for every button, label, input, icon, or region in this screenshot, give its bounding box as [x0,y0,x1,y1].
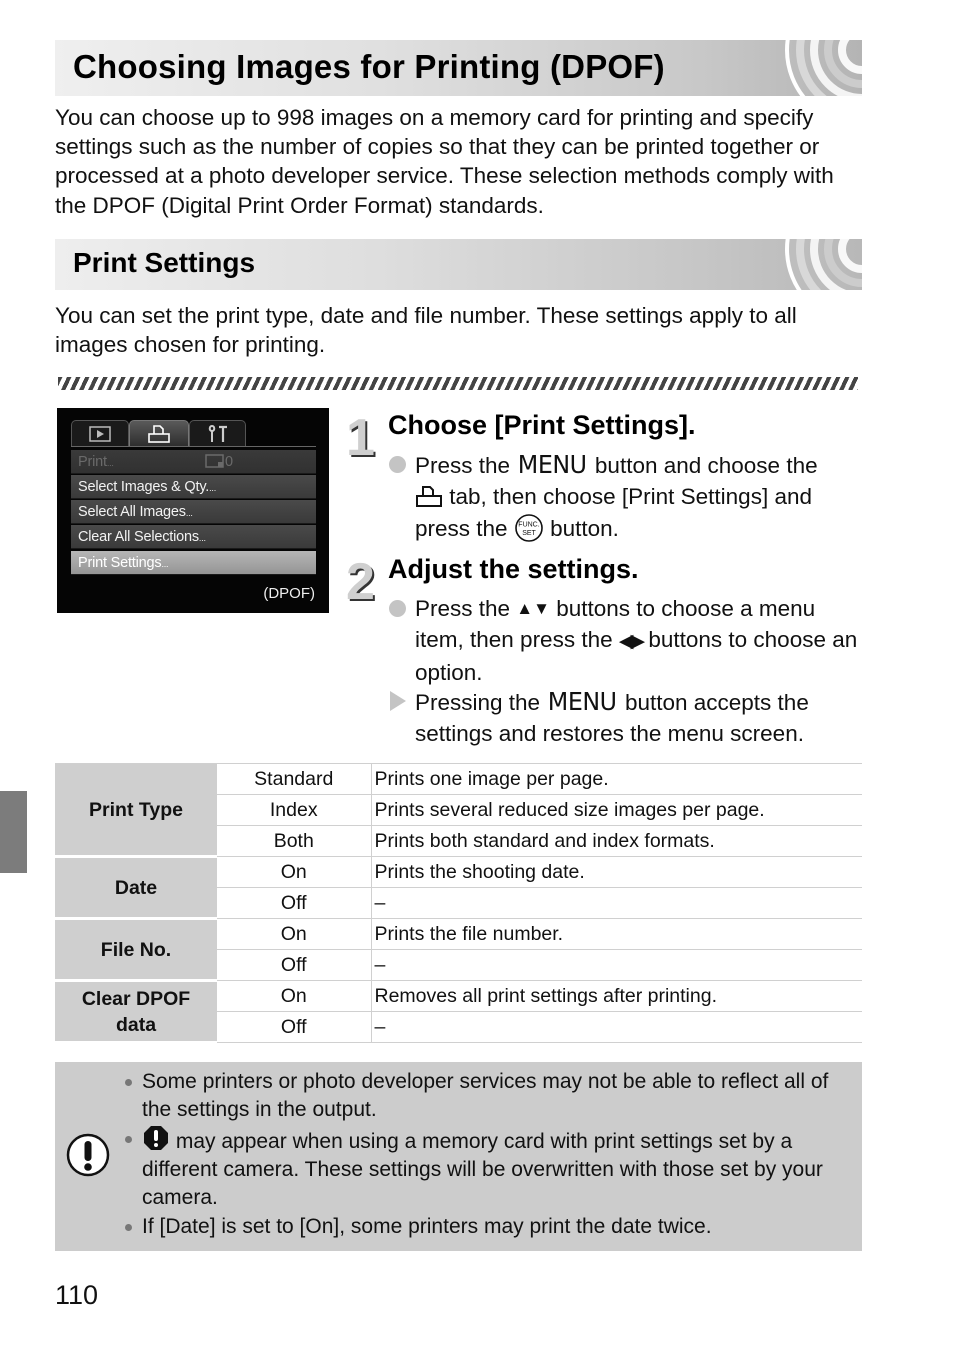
print-icon [148,425,170,443]
left-right-buttons-icon: ◀▶ [618,630,645,652]
step-number: 1 [346,409,375,467]
camera-menu-screen: Print... 0 Select Images & Qty.... Selec… [57,408,329,613]
tools-icon [208,425,227,442]
table-row: Date On Prints the shooting date. [55,856,862,920]
table-option: Standard [217,763,372,795]
menu-item-print-settings[interactable]: Print Settings... [71,551,316,575]
bullet-icon [125,1079,132,1086]
menu-button-label: MENU [518,450,587,479]
table-description: Prints both standard and index formats. [371,825,862,857]
step-instruction: Press the ▲▼ buttons to choose a menu it… [415,596,858,685]
table-option: On [217,856,372,888]
page-title-bar: Choosing Images for Printing (DPOF) [55,40,862,96]
page-title: Choosing Images for Printing (DPOF) [73,48,665,85]
table-description: Removes all print settings after printin… [371,980,862,1012]
step-title: Choose [Print Settings]. [388,410,696,440]
table-description: Prints the shooting date. [371,856,862,888]
table-group-header: Clear DPOF data [55,980,217,1044]
table-description: Prints the file number. [371,918,862,950]
table-group-header: Print Type [55,763,217,858]
tab-playback[interactable] [71,420,129,447]
menu-item-label: Clear All Selections [78,529,199,545]
bullet-icon [125,1136,132,1143]
step-title: Adjust the settings. [388,554,639,584]
table-option: Off [217,1011,372,1043]
section-header-bar: Print Settings [55,239,862,290]
bullet-dot-icon [389,456,406,473]
table-option: Both [217,825,372,857]
tab-print[interactable] [129,420,189,447]
menu-item-label: Select All Images [78,504,186,520]
intro-paragraph: You can choose up to 998 images on a mem… [55,105,834,218]
section-intro-paragraph: You can set the print type, date and fil… [55,303,797,358]
menu-item-print[interactable]: Print... 0 [71,450,316,474]
table-description: Prints one image per page. [371,763,862,795]
step-instruction: Press the MENU button and choose the tab… [415,450,818,542]
svg-text:FUNC.: FUNC. [518,521,539,528]
menu-item-label: Print Settings [78,555,162,571]
caution-box: Some printers or photo developer service… [55,1062,862,1251]
table-option: Index [217,794,372,826]
playback-icon [89,426,111,442]
menu-item-label: Print [78,454,107,470]
decorative-swirl-icon [785,40,862,96]
func-set-button-icon: FUNC. SET [515,513,543,542]
print-tab-icon [416,485,442,507]
menu-item-select-images-qty[interactable]: Select Images & Qty.... [71,475,316,499]
print-count: 0 [205,450,233,474]
caution-item: may appear when using a memory card with… [125,1125,857,1212]
table-row: Print Type Standard Prints one image per… [55,763,862,858]
page-number: 110 [55,1280,99,1310]
decorative-swirl-icon [785,239,862,290]
chapter-side-tab [0,791,27,873]
warning-octagon-icon [144,1126,168,1150]
table-option: Off [217,887,372,919]
table-description: – [371,949,862,981]
dpof-label: (DPOF) [263,585,315,602]
tab-underline [71,446,316,447]
caution-item: If [Date] is set to [On], some printers … [125,1213,857,1241]
table-group-header: Date [55,856,217,920]
step-number: 2 [346,553,375,611]
menu-item-label: Select Images & Qty. [78,479,210,495]
menu-item-clear-all-selections[interactable]: Clear All Selections... [71,525,316,549]
table-row: Clear DPOF data On Removes all print sett… [55,980,862,1044]
table-row: File No. On Prints the file number. [55,918,862,982]
bullet-dot-icon [389,600,406,617]
print-settings-table: Print Type Standard Prints one image per… [55,763,862,1044]
hatched-divider [58,377,858,390]
caution-item: Some printers or photo developer service… [125,1068,857,1124]
table-option: Off [217,949,372,981]
bullet-icon [125,1224,132,1231]
table-option: On [217,980,372,1012]
tab-tools[interactable] [189,420,246,447]
table-description: Prints several reduced size images per p… [371,794,862,826]
menu-button-label: MENU [548,687,617,716]
result-arrow-icon [390,691,406,711]
table-description: – [371,887,862,919]
caution-list: Some printers or photo developer service… [125,1068,857,1242]
table-group-header: File No. [55,918,217,982]
up-down-buttons-icon: ▲▼ [516,599,550,618]
caution-icon [66,1133,110,1177]
svg-text:SET: SET [522,530,536,537]
section-title: Print Settings [73,247,256,278]
camera-tabs [71,420,316,447]
menu-item-select-all-images[interactable]: Select All Images... [71,500,316,524]
step-result: Pressing the MENU button accepts the set… [415,687,809,746]
table-option: On [217,918,372,950]
print-count-icon [205,454,224,468]
table-description: – [371,1011,862,1043]
